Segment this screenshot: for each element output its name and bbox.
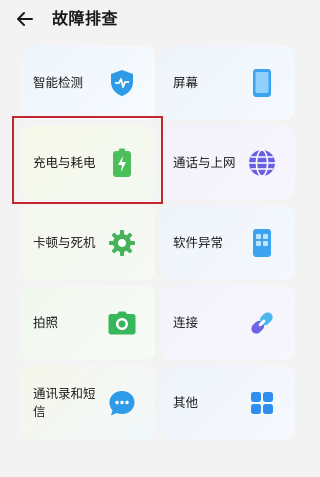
app-grid-phone-icon [247, 228, 277, 258]
arrow-left-icon [17, 12, 33, 26]
phone-screen-icon [247, 68, 277, 98]
link-icon [247, 308, 277, 338]
highlight-frame [12, 116, 163, 204]
shield-pulse-icon [107, 68, 137, 98]
tile-lag-crash[interactable]: 卡顿与死机 [21, 206, 155, 280]
tile-calls-network[interactable]: 通话与上网 [161, 126, 295, 200]
tile-camera[interactable]: 拍照 [21, 286, 155, 360]
tile-label: 通话与上网 [173, 155, 236, 170]
tile-connection[interactable]: 连接 [161, 286, 295, 360]
camera-icon [107, 308, 137, 338]
gear-icon [107, 228, 137, 258]
tile-software-issue[interactable]: 软件异常 [161, 206, 295, 280]
tile-contacts-sms[interactable]: 通讯录和短信 [21, 366, 155, 440]
tile-label: 智能检测 [33, 75, 84, 90]
chat-bubble-icon [107, 388, 137, 418]
page-title: 故障排查 [52, 9, 119, 28]
tile-label: 其他 [173, 395, 199, 410]
four-squares-icon [247, 388, 277, 418]
tile-label: 卡顿与死机 [33, 235, 96, 250]
globe-icon [247, 148, 277, 178]
tile-label: 通讯录和短信 [33, 386, 96, 419]
tile-label: 拍照 [33, 315, 59, 330]
top-bar: 故障排查 [0, 0, 315, 38]
back-button[interactable] [14, 8, 36, 30]
tile-smart-check[interactable]: 智能检测 [21, 46, 155, 120]
tile-other[interactable]: 其他 [161, 366, 295, 440]
tile-screen[interactable]: 屏幕 [161, 46, 295, 120]
tile-label: 软件异常 [173, 235, 224, 250]
tile-label: 屏幕 [173, 75, 199, 90]
tile-label: 连接 [173, 315, 199, 330]
